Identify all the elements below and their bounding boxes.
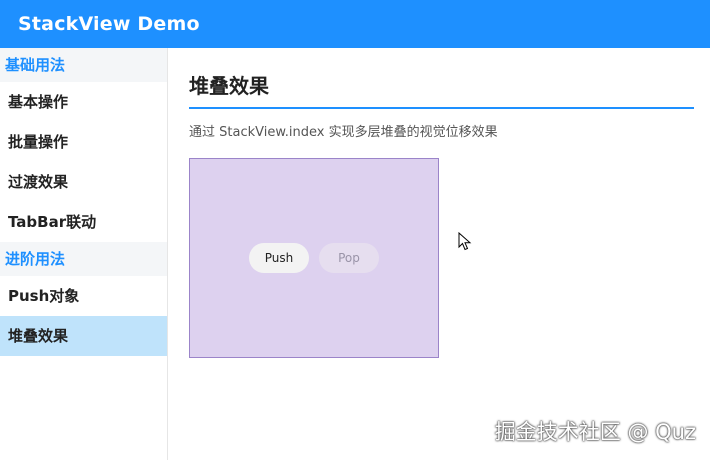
watermark: 掘金技术社区 @ Quz bbox=[494, 420, 696, 444]
page-description: 通过 StackView.index 实现多层堆叠的视觉位移效果 bbox=[189, 125, 498, 140]
sidebar-group-advanced: 进阶用法 bbox=[0, 242, 167, 276]
stack-demo-area: Push Pop bbox=[189, 158, 439, 358]
sidebar-group-basic: 基础用法 bbox=[0, 48, 167, 82]
sidebar-item-transition[interactable]: 过渡效果 bbox=[0, 162, 167, 202]
push-button[interactable]: Push bbox=[249, 243, 309, 273]
sidebar-item-basic-ops[interactable]: 基本操作 bbox=[0, 82, 167, 122]
app-bar: StackView Demo bbox=[0, 0, 710, 48]
page-title: 堆叠效果 bbox=[189, 70, 694, 109]
sidebar-item-batch-ops[interactable]: 批量操作 bbox=[0, 122, 167, 162]
pop-button[interactable]: Pop bbox=[319, 243, 379, 273]
sidebar: 基础用法 基本操作 批量操作 过渡效果 TabBar联动 进阶用法 Push对象… bbox=[0, 48, 168, 460]
sidebar-item-stack-effect[interactable]: 堆叠效果 bbox=[0, 316, 167, 356]
sidebar-item-tabbar[interactable]: TabBar联动 bbox=[0, 202, 167, 242]
sidebar-item-push-object[interactable]: Push对象 bbox=[0, 276, 167, 316]
app-title: StackView Demo bbox=[18, 13, 200, 35]
main-content: 堆叠效果 通过 StackView.index 实现多层堆叠的视觉位移效果 Pu… bbox=[189, 48, 705, 460]
mouse-cursor-icon bbox=[458, 232, 472, 251]
